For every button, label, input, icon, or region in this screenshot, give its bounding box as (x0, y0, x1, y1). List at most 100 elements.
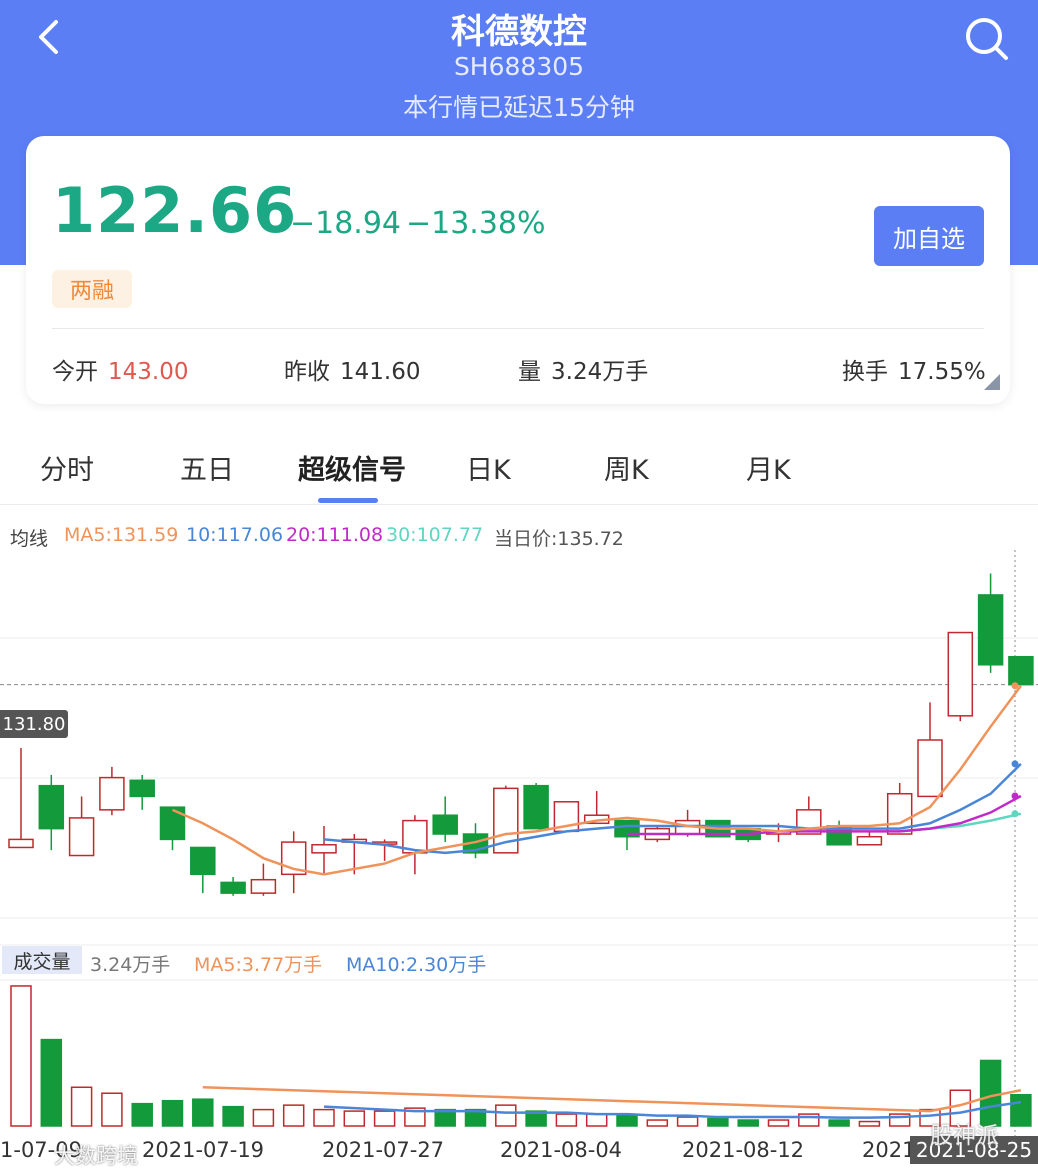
ma-endpoint-dot (1011, 810, 1019, 818)
ma10-line (323, 762, 1022, 855)
candle-body (220, 881, 246, 894)
ma-endpoint-dot (1011, 760, 1019, 768)
volume-bar (585, 1113, 608, 1127)
date-label: 2021-08-04 (500, 1138, 623, 1162)
watermark-text: 大数跨境 (54, 1144, 138, 1168)
watermark-text: 股神派 (930, 1123, 999, 1149)
volume-bar (737, 1119, 759, 1127)
candle-body (917, 739, 943, 798)
candle-body (159, 806, 186, 841)
tab-daily-k[interactable]: 日K (466, 448, 511, 487)
volume-bar (222, 1105, 244, 1127)
search-button[interactable] (960, 12, 1012, 64)
volume-value-legend: 3.24万手 (90, 954, 171, 976)
date-label: 2021-07-19 (142, 1138, 265, 1162)
volume-bar (101, 1092, 123, 1127)
candle-body (8, 838, 34, 849)
ma30-legend: 30:107.77 (386, 524, 484, 546)
stat-open: 今开 143.00 (52, 352, 188, 386)
search-icon (966, 18, 1008, 60)
tab-monthly-k[interactable]: 月K (746, 448, 791, 487)
stat-volume: 量 3.24万手 (518, 352, 648, 386)
ma-legend-label: 均线 (10, 528, 49, 550)
volume-bar (555, 1113, 578, 1127)
tab-super-signal[interactable]: 超级信号 (298, 448, 406, 487)
volume-ma5-legend: MA5:3.77万手 (194, 954, 323, 976)
delay-notice: 本行情已延迟15分钟 (403, 93, 635, 122)
volume-bar (313, 1108, 335, 1127)
date-label: 2021-08-12 (682, 1138, 805, 1162)
candle-body (856, 835, 883, 846)
volume-bar (646, 1119, 669, 1127)
ma10-legend: 10:117.06 (186, 524, 284, 546)
stat-prev-close-label: 昨收 (284, 359, 330, 385)
chart-tabs: 分时 五日 超级信号 日K 周K 月K (0, 430, 1038, 504)
candle-body (250, 878, 277, 894)
volume-bar (131, 1102, 153, 1127)
volume-bar (495, 1104, 517, 1127)
volume-bar (1010, 1093, 1032, 1127)
ma5-legend: MA5:131.59 (64, 524, 179, 546)
candle-body (38, 784, 65, 830)
stat-volume-value: 3.24万手 (551, 359, 649, 385)
volume-bar (707, 1117, 729, 1127)
kline-chart[interactable] (0, 550, 1038, 1138)
ma20-legend: 20:111.08 (286, 524, 384, 546)
price-change: −18.94 (290, 206, 402, 241)
volume-bar (40, 1038, 63, 1127)
volume-ma10-legend: MA10:2.30万手 (346, 954, 487, 976)
stat-volume-label: 量 (518, 359, 541, 385)
volume-bar (252, 1108, 275, 1127)
margin-trading-badge: 两融 (52, 270, 132, 308)
stat-open-value: 143.00 (108, 359, 189, 385)
candle-body (947, 631, 974, 717)
volume-bar (767, 1119, 790, 1127)
candle-body (190, 846, 216, 876)
candle-body (129, 779, 155, 798)
stat-prev-close-value: 141.60 (340, 359, 421, 385)
quote-card: 122.66 −18.94 −13.38% 两融 加自选 今开 143.00 昨收… (26, 136, 1010, 404)
active-tab-indicator (318, 498, 378, 503)
stock-name: 科德数控 (451, 12, 587, 52)
ma-endpoint-dot (1011, 792, 1019, 800)
volume-bar (373, 1110, 396, 1127)
ma-endpoint-dot (1011, 682, 1019, 690)
price-marker-label: 131.80 (0, 710, 68, 738)
volume-bar (343, 1110, 366, 1127)
expand-corner-icon[interactable] (984, 374, 1000, 390)
tab-five-day[interactable]: 五日 (180, 448, 234, 487)
tabs-divider (0, 504, 1038, 505)
stat-open-label: 今开 (52, 359, 98, 385)
tab-intraday[interactable]: 分时 (40, 448, 94, 487)
volume-bar (282, 1104, 305, 1127)
add-watchlist-button[interactable]: 加自选 (874, 206, 984, 266)
date-label: 2021-07-27 (322, 1138, 445, 1162)
volume-bar (70, 1086, 93, 1127)
current-price: 122.66 (52, 174, 298, 247)
volume-bar (192, 1098, 214, 1127)
candle-body (1008, 655, 1034, 686)
volume-legend-label: 成交量 (2, 946, 82, 974)
card-divider (52, 328, 984, 329)
tab-weekly-k[interactable]: 周K (604, 448, 649, 487)
stat-prev-close: 昨收 141.60 (284, 352, 420, 386)
volume-bar (858, 1120, 881, 1127)
volume-bar (828, 1119, 850, 1127)
candle-body (311, 844, 337, 854)
stock-code: SH688305 (453, 52, 585, 81)
candle-body (68, 817, 95, 857)
price-change-percent: −13.38% (406, 206, 546, 241)
volume-bar (161, 1099, 184, 1127)
stat-turnover: 换手 17.55% (842, 352, 986, 386)
stat-turnover-value: 17.55% (898, 359, 986, 385)
candle-body (432, 814, 458, 835)
date-label: 2021 (862, 1138, 916, 1162)
volume-bar (10, 985, 32, 1127)
day-price-legend: 当日价:135.72 (494, 528, 624, 550)
candle-body (977, 594, 1004, 666)
volume-bar (616, 1114, 638, 1127)
stat-turnover-label: 换手 (842, 359, 888, 385)
candle-body (523, 784, 549, 830)
candle-body (99, 776, 125, 811)
volume-bar (676, 1116, 699, 1127)
